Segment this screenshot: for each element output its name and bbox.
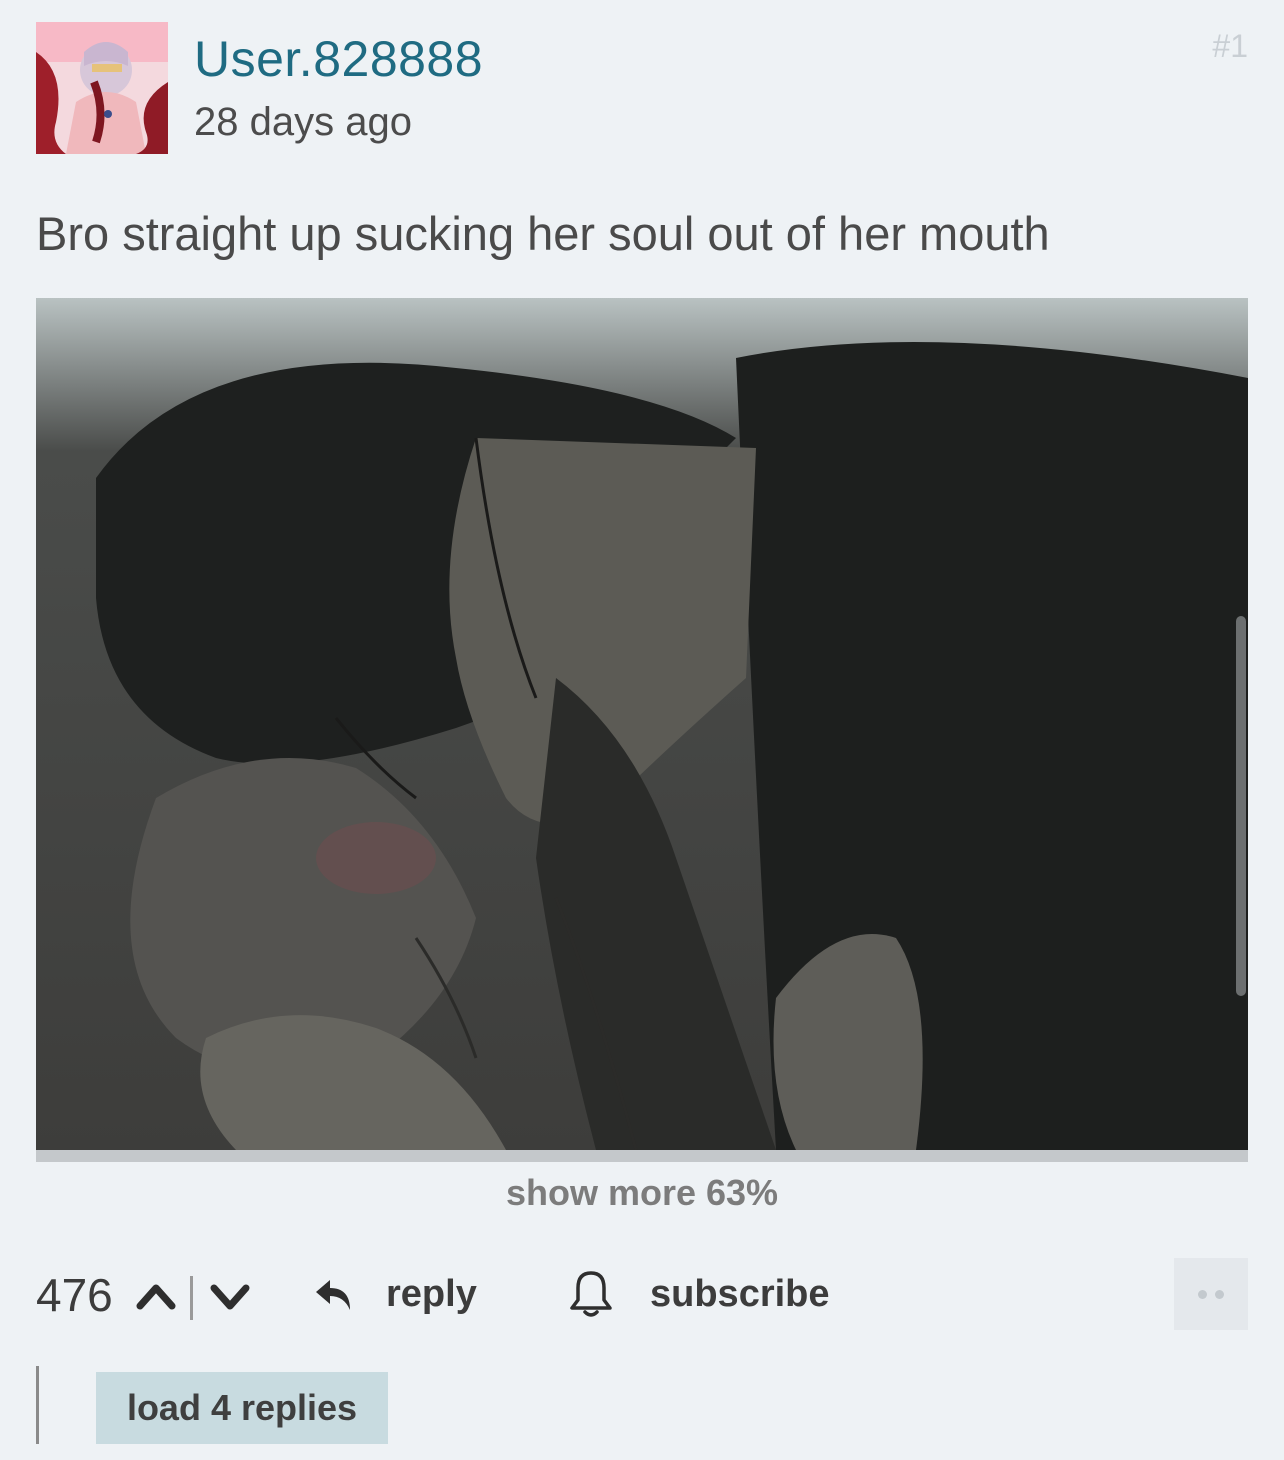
comment-text: Bro straight up sucking her soul out of …	[36, 207, 1050, 260]
comment-image[interactable]	[36, 298, 1248, 1150]
image-scroll-handle[interactable]	[1236, 616, 1246, 996]
reply-label: reply	[386, 1272, 477, 1315]
subscribe-button[interactable]: subscribe	[566, 1262, 830, 1326]
dot	[1215, 1289, 1224, 1299]
vote-count: 476	[36, 1269, 113, 1321]
comment-card: User.828888 28 days ago #1 Bro straight …	[0, 0, 1284, 1460]
dot	[1198, 1289, 1207, 1299]
subscribe-label: subscribe	[650, 1272, 830, 1315]
bell-icon	[566, 1268, 616, 1320]
chevron-up-icon[interactable]	[134, 1276, 178, 1316]
timestamp: 28 days ago	[194, 100, 412, 144]
post-number[interactable]: #1	[1212, 28, 1248, 65]
vote-divider	[190, 1276, 193, 1320]
more-dots-icon[interactable]	[1174, 1258, 1248, 1330]
user-avatar-icon[interactable]	[36, 22, 168, 154]
chevron-down-icon[interactable]	[208, 1276, 252, 1316]
image-bottom-bar	[36, 1150, 1248, 1162]
comment-actions: 476 reply subscribe	[36, 1258, 1248, 1334]
reply-arrow-icon	[312, 1272, 356, 1316]
thread-line	[36, 1366, 39, 1444]
username-link[interactable]: User.828888	[194, 30, 483, 88]
reply-button[interactable]: reply	[312, 1262, 477, 1326]
load-replies-button[interactable]: load 4 replies	[96, 1372, 388, 1444]
show-more-button[interactable]: show more 63%	[0, 1172, 1284, 1214]
